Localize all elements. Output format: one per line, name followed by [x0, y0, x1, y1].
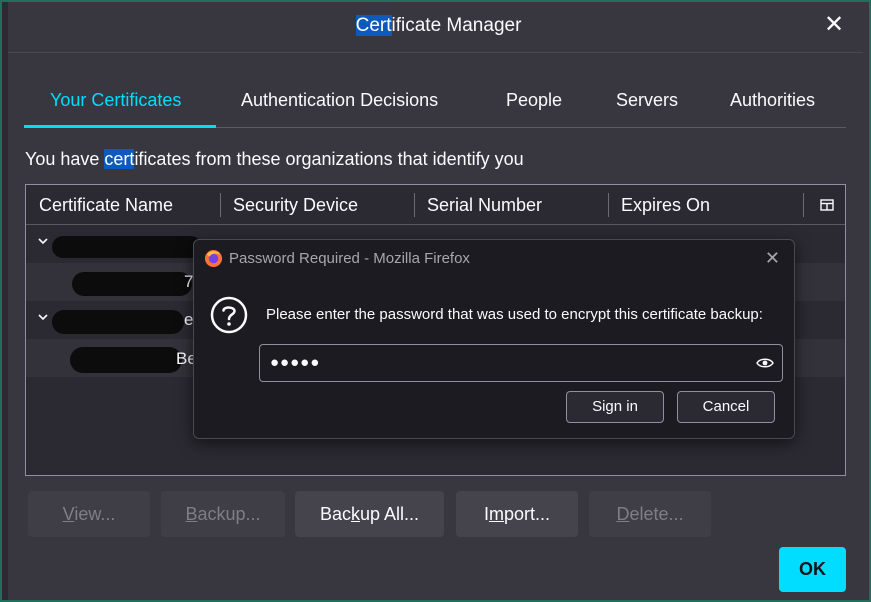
description-before: You have	[25, 149, 105, 169]
button-accesskey: k	[350, 504, 360, 524]
tab-your-certificates[interactable]: Your Certificates	[50, 90, 181, 111]
password-input[interactable]: ●●●●●	[259, 344, 783, 382]
password-required-dialog: Password Required - Mozilla Firefox ✕ Pl…	[193, 239, 795, 439]
column-picker-icon[interactable]	[819, 197, 835, 213]
close-icon[interactable]: ✕	[765, 248, 780, 269]
description-highlight: cert	[104, 149, 135, 169]
sign-in-button[interactable]: Sign in	[566, 391, 664, 423]
tab-authentication-decisions[interactable]: Authentication Decisions	[241, 90, 438, 111]
redaction-mark	[72, 272, 192, 296]
backup-all-button[interactable]: Backup All...	[295, 491, 444, 537]
button-accesskey: V	[62, 504, 75, 524]
column-expires-on[interactable]: Expires On	[608, 185, 802, 225]
button-label: Bac	[319, 504, 351, 524]
title-divider	[8, 52, 863, 53]
redaction-mark	[52, 310, 184, 334]
column-separator[interactable]	[803, 193, 804, 217]
button-accesskey: m	[488, 504, 504, 524]
tab-authorities[interactable]: Authorities	[730, 90, 815, 111]
password-dialog-titlebar: Password Required - Mozilla Firefox ✕	[194, 240, 794, 278]
password-dialog-title: Password Required - Mozilla Firefox	[229, 250, 470, 267]
close-icon[interactable]: ✕	[823, 13, 845, 37]
password-masked-value: ●●●●●	[270, 354, 321, 371]
title-bar: Certificate Manager ✕	[8, 2, 869, 52]
window-title: Certificate Manager	[8, 15, 869, 37]
window-edge	[2, 2, 8, 600]
tab-people[interactable]: People	[506, 90, 562, 111]
backup-button[interactable]: Backup...	[161, 491, 285, 537]
column-serial-number[interactable]: Serial Number	[414, 185, 608, 225]
view-button[interactable]: View...	[28, 491, 150, 537]
delete-button[interactable]: Delete...	[589, 491, 711, 537]
column-security-device[interactable]: Security Device	[220, 185, 414, 225]
redaction-mark	[52, 236, 202, 258]
tab-servers[interactable]: Servers	[616, 90, 678, 111]
ok-button[interactable]: OK	[779, 547, 846, 592]
cancel-button[interactable]: Cancel	[677, 391, 775, 423]
active-tab-indicator	[24, 125, 216, 128]
password-prompt-message: Please enter the password that was used …	[266, 306, 763, 323]
chevron-down-icon[interactable]	[37, 311, 49, 323]
question-icon	[210, 296, 248, 334]
chevron-down-icon[interactable]	[37, 235, 49, 247]
import-button[interactable]: Import...	[456, 491, 578, 537]
firefox-logo-icon	[204, 249, 223, 268]
button-label: up All...	[359, 504, 420, 524]
button-accesskey: B	[185, 504, 198, 524]
eye-icon[interactable]	[756, 355, 774, 371]
tree-header: Certificate Name Security Device Serial …	[26, 185, 845, 225]
button-label: port...	[503, 504, 551, 524]
column-certificate-name[interactable]: Certificate Name	[26, 185, 220, 225]
description-after: ificates from these organizations that i…	[134, 149, 524, 169]
button-label: elete...	[629, 504, 684, 524]
tab-bar: Your Certificates Authentication Decisio…	[24, 80, 846, 128]
description-text: You have certificates from these organiz…	[25, 149, 524, 170]
button-label: iew...	[74, 504, 116, 524]
button-label: ackup...	[197, 504, 261, 524]
redaction-mark	[70, 347, 182, 373]
title-rest: ificate Manager	[391, 15, 522, 36]
title-highlight: Cert	[355, 15, 392, 36]
button-accesskey: D	[616, 504, 630, 524]
